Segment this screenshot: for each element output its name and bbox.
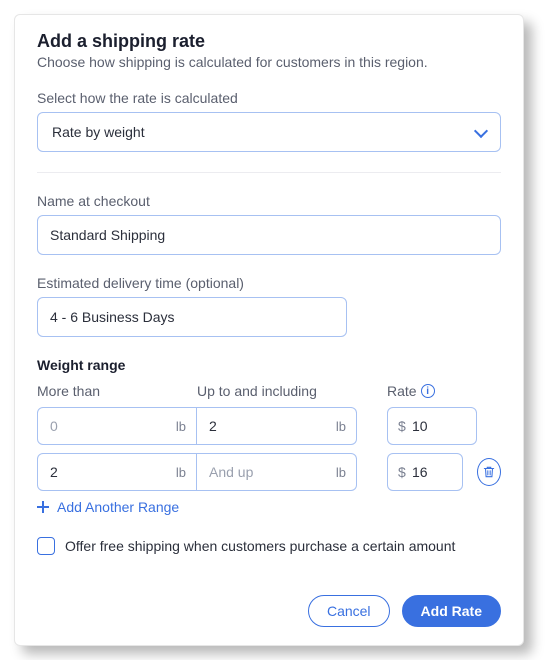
add-range-label: Add Another Range [57,499,179,515]
dialog-subtitle: Choose how shipping is calculated for cu… [37,54,501,70]
calc-method-label: Select how the rate is calculated [37,90,501,106]
add-range-button[interactable]: Add Another Range [37,499,501,515]
eta-label: Estimated delivery time (optional) [37,275,501,291]
chevron-down-icon [474,124,488,138]
free-shipping-checkbox[interactable] [37,537,55,555]
range-column-headers: More than Up to and including Rate i [37,383,501,399]
col-header-more: More than [37,383,197,399]
eta-input[interactable] [37,297,347,337]
info-icon[interactable]: i [421,384,435,398]
unit-label: lb [336,465,346,480]
delete-range-button[interactable] [477,458,501,486]
add-rate-button[interactable]: Add Rate [402,595,501,627]
cancel-button[interactable]: Cancel [308,595,390,627]
free-shipping-label: Offer free shipping when customers purch… [65,538,455,554]
dialog-title: Add a shipping rate [37,31,501,52]
plus-icon [37,501,49,513]
shipping-rate-dialog: Add a shipping rate Choose how shipping … [14,14,524,646]
range-upto-input[interactable] [197,408,356,444]
unit-label: lb [176,465,186,480]
range-row: lb lb $ [37,407,501,445]
currency-symbol: $ [398,464,406,480]
unit-label: lb [176,419,186,434]
range-heading: Weight range [37,357,501,373]
range-upto-input[interactable] [197,454,356,490]
currency-symbol: $ [398,418,406,434]
range-more-input[interactable] [38,408,196,444]
range-row: lb lb $ [37,453,501,491]
calc-method-select[interactable]: Rate by weight [37,112,501,152]
unit-label: lb [336,419,346,434]
trash-icon [482,465,496,479]
name-label: Name at checkout [37,193,501,209]
name-input[interactable] [37,215,501,255]
range-more-input[interactable] [38,454,196,490]
col-header-upto: Up to and including [197,383,357,399]
divider [37,172,501,173]
col-header-rate: Rate i [387,383,435,399]
calc-method-value: Rate by weight [52,124,145,140]
